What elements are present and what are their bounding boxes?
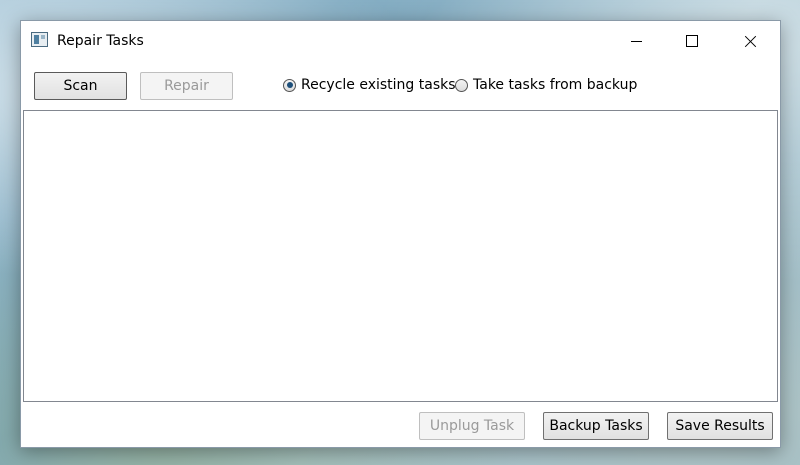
unplug-task-button[interactable]: Unplug Task	[419, 412, 525, 440]
repair-tasks-window: Repair Tasks Scan Repair Recycle existin…	[20, 20, 781, 448]
radio-backup-indicator[interactable]	[455, 78, 468, 92]
radio-recycle-label: Recycle existing tasks	[301, 77, 456, 93]
radio-recycle-existing[interactable]: Recycle existing tasks	[283, 77, 456, 93]
radio-take-from-backup[interactable]: Take tasks from backup	[455, 77, 637, 93]
repair-button[interactable]: Repair	[140, 72, 233, 100]
maximize-button[interactable]	[669, 21, 715, 61]
minimize-icon	[630, 40, 642, 42]
window-title: Repair Tasks	[57, 33, 144, 49]
radio-backup-label: Take tasks from backup	[473, 77, 638, 93]
maximize-icon	[686, 35, 698, 47]
close-button[interactable]	[727, 21, 773, 61]
scan-button[interactable]: Scan	[34, 72, 127, 100]
minimize-button[interactable]	[613, 21, 659, 61]
backup-tasks-button[interactable]: Backup Tasks	[543, 412, 649, 440]
title-bar[interactable]: Repair Tasks	[21, 21, 780, 61]
radio-recycle-indicator[interactable]	[283, 78, 296, 92]
save-results-button[interactable]: Save Results	[667, 412, 773, 440]
app-window-icon	[31, 32, 48, 47]
tasks-list[interactable]	[23, 110, 778, 402]
close-icon	[743, 34, 757, 48]
